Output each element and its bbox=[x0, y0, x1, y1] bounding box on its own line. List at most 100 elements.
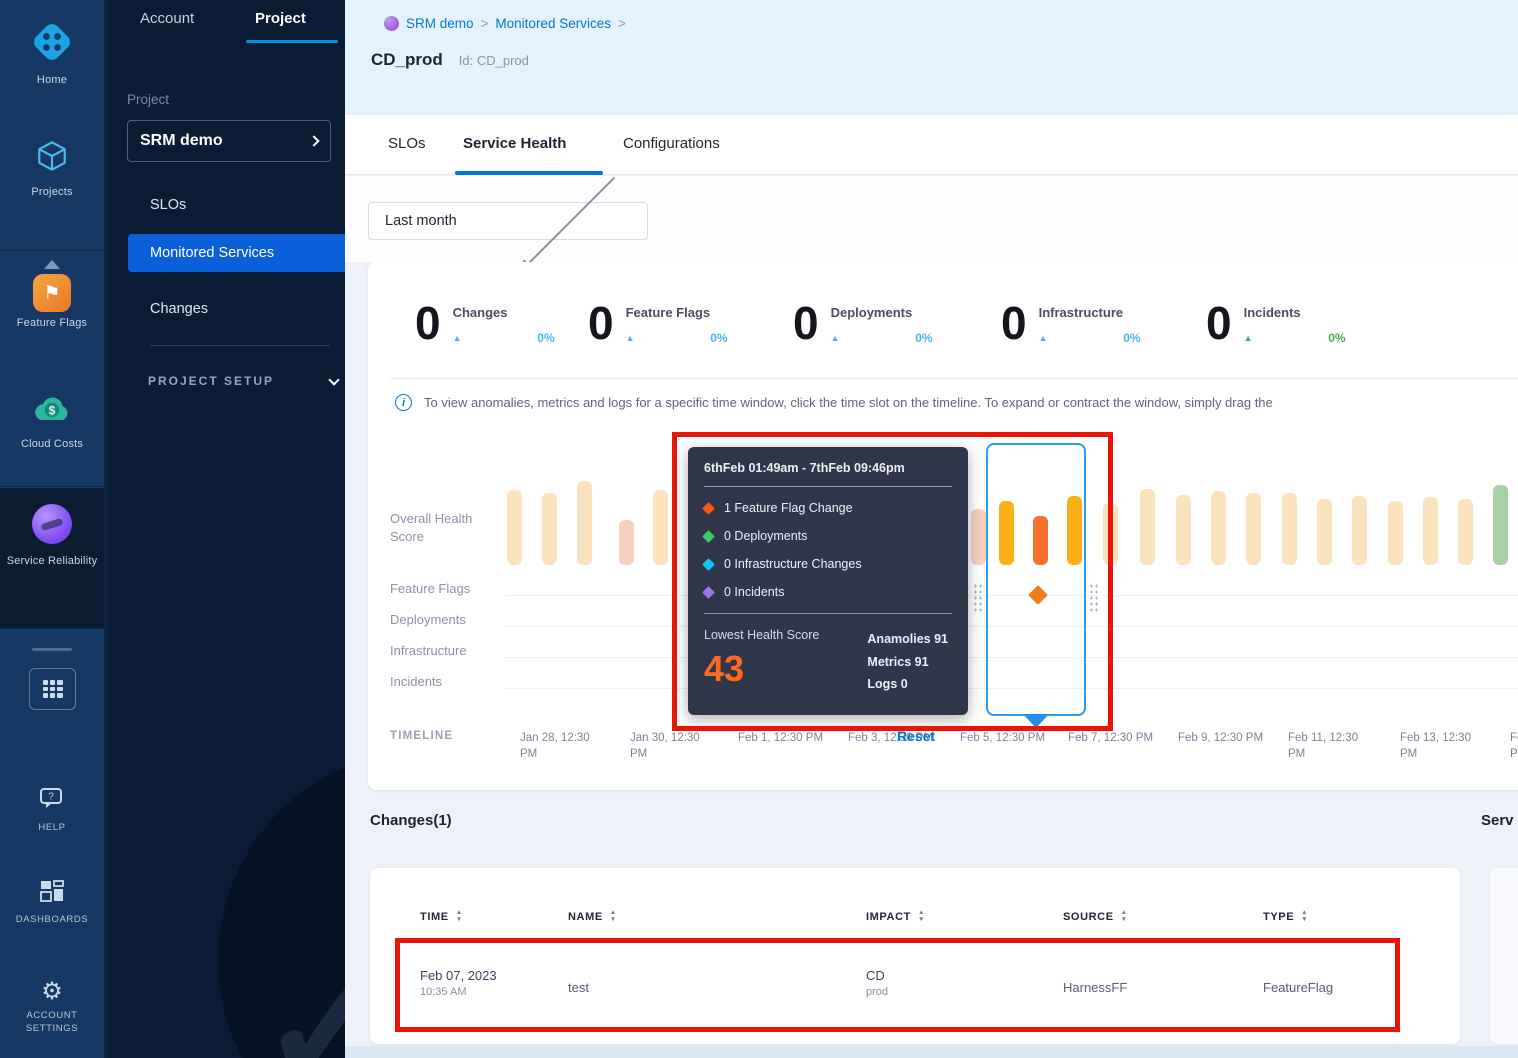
health-score-bar[interactable] bbox=[1458, 499, 1473, 565]
cell-impact: CD prod bbox=[866, 968, 888, 998]
column-header-impact[interactable]: IMPACT ▲▼ bbox=[866, 910, 925, 924]
detail-tabbar: SLOs Service Health Configurations bbox=[345, 115, 1518, 175]
time-window-selection[interactable] bbox=[986, 443, 1086, 716]
rail-label-dashboards: DASHBOARDS bbox=[0, 914, 104, 925]
project-selector-value: SRM demo bbox=[140, 132, 310, 150]
sort-icon[interactable]: ▲▼ bbox=[1121, 910, 1128, 924]
time-range-select[interactable]: Last month bbox=[368, 202, 648, 240]
stat-infrastructure: 0 Infrastructure ▲0% bbox=[1001, 300, 1141, 346]
row-label-overall-health-score: Overall Health Score bbox=[390, 510, 502, 545]
active-tab-underline bbox=[455, 171, 603, 175]
project-avatar-icon bbox=[384, 16, 399, 31]
timeline-tick: Feb 13, 12:30 PM bbox=[1400, 730, 1485, 762]
health-score-bar[interactable] bbox=[1352, 496, 1367, 565]
selection-pointer-icon bbox=[1023, 714, 1049, 728]
health-score-bar[interactable] bbox=[1282, 493, 1297, 565]
timeline-tick: Feb 15, 12:30 PM bbox=[1510, 730, 1518, 762]
sort-icon[interactable]: ▲▼ bbox=[918, 910, 925, 924]
rail-label-account-settings: ACCOUNT SETTINGS bbox=[0, 1009, 104, 1036]
health-score-bar[interactable] bbox=[542, 493, 557, 565]
selection-right-grip[interactable] bbox=[1089, 583, 1100, 613]
column-header-time[interactable]: TIME ▲▼ bbox=[420, 910, 463, 924]
service-reliability-icon bbox=[32, 504, 72, 544]
chevron-down-icon bbox=[328, 374, 339, 385]
column-header-source[interactable]: SOURCE ▲▼ bbox=[1063, 910, 1128, 924]
sort-icon[interactable]: ▲▼ bbox=[456, 910, 463, 924]
health-score-bar[interactable] bbox=[577, 481, 592, 565]
selection-left-grip[interactable] bbox=[973, 583, 984, 613]
chevron-right-icon bbox=[308, 135, 319, 146]
rail-label-projects: Projects bbox=[0, 186, 104, 198]
health-score-bar[interactable] bbox=[1140, 489, 1155, 565]
health-score-bar[interactable] bbox=[1493, 485, 1508, 565]
timeline-tick: Jan 28, 12:30 PM bbox=[520, 730, 605, 762]
nav-project-setup[interactable]: PROJECT SETUP bbox=[148, 374, 338, 388]
tab-service-health[interactable]: Service Health bbox=[463, 135, 566, 152]
rail-label-service-reliability: Service Reliability bbox=[0, 554, 104, 569]
rail-item-feature-flags[interactable]: ⚑ Feature Flags bbox=[0, 274, 104, 329]
rail-item-cloud-costs[interactable]: $ Cloud Costs bbox=[0, 392, 104, 450]
infrastructure-diamond-icon bbox=[702, 558, 715, 571]
health-score-bar[interactable] bbox=[507, 490, 522, 565]
info-icon: i bbox=[395, 394, 412, 411]
sort-icon[interactable]: ▲▼ bbox=[610, 910, 617, 924]
timeline-caption: TIMELINE bbox=[390, 730, 453, 742]
rail-item-projects[interactable]: Projects bbox=[0, 136, 104, 198]
tooltip-time-range: 6thFeb 01:49am - 7thFeb 09:46pm bbox=[704, 461, 952, 475]
tooltip-item-deployments: 0 Deployments bbox=[704, 529, 952, 543]
rail-scroll-up[interactable] bbox=[0, 256, 104, 274]
projects-cube-icon bbox=[32, 163, 72, 180]
breadcrumb-monitored-services-link[interactable]: Monitored Services bbox=[495, 16, 611, 31]
project-scope-label: Project bbox=[127, 92, 169, 107]
nav-tab-account[interactable]: Account bbox=[140, 10, 194, 27]
rail-item-account-settings[interactable]: ⚙ ACCOUNT SETTINGS bbox=[0, 980, 104, 1036]
nav-item-changes[interactable]: Changes bbox=[108, 290, 345, 328]
health-score-bar[interactable] bbox=[1423, 497, 1438, 565]
health-score-bar[interactable] bbox=[1211, 491, 1226, 565]
changes-table-card: TIME ▲▼ NAME ▲▼ IMPACT ▲▼ SOURCE ▲▼ TYPE… bbox=[370, 868, 1460, 1044]
nav-item-slos[interactable]: SLOs bbox=[108, 186, 345, 224]
timeline-tick: Feb 9, 12:30 PM bbox=[1178, 730, 1263, 746]
project-selector[interactable]: SRM demo bbox=[127, 120, 331, 162]
column-header-name[interactable]: NAME ▲▼ bbox=[568, 910, 617, 924]
stat-feature-flags: 0 Feature Flags ▲0% bbox=[588, 300, 728, 346]
cell-type: FeatureFlag bbox=[1263, 980, 1333, 995]
rail-item-help[interactable]: ? HELP bbox=[0, 786, 104, 833]
stat-changes: 0 Changes ▲0% bbox=[415, 300, 555, 346]
tab-slos[interactable]: SLOs bbox=[388, 135, 426, 152]
module-rail: Home Projects ⚑ Feature Flags bbox=[0, 0, 108, 1058]
health-score-bar[interactable] bbox=[1388, 501, 1403, 565]
app-window: Home Projects ⚑ Feature Flags bbox=[0, 0, 1518, 1058]
timeline-tick: Feb 11, 12:30 PM bbox=[1288, 730, 1373, 762]
rail-item-home[interactable]: Home bbox=[0, 20, 104, 86]
bottom-strip bbox=[345, 1046, 1518, 1058]
health-score-bar[interactable] bbox=[1246, 493, 1261, 565]
rail-label-help: HELP bbox=[0, 822, 104, 833]
stat-deployments: 0 Deployments ▲0% bbox=[793, 300, 933, 346]
nav-tab-project[interactable]: Project bbox=[255, 10, 306, 27]
module-switcher-button[interactable] bbox=[29, 668, 76, 710]
column-header-type[interactable]: TYPE ▲▼ bbox=[1263, 910, 1308, 924]
health-score-bar[interactable] bbox=[1176, 495, 1191, 565]
sort-icon[interactable]: ▲▼ bbox=[1301, 910, 1308, 924]
health-score-bar[interactable] bbox=[619, 520, 634, 565]
tooltip-item-infrastructure: 0 Infrastructure Changes bbox=[704, 557, 952, 571]
health-score-bar[interactable] bbox=[1317, 499, 1332, 565]
nav-item-monitored-services[interactable]: Monitored Services bbox=[128, 234, 345, 272]
breadcrumb-project-link[interactable]: SRM demo bbox=[406, 16, 474, 31]
feature-flag-diamond-icon bbox=[702, 502, 715, 515]
stat-incidents: 0 Incidents ▲0% bbox=[1206, 300, 1346, 346]
tab-configurations[interactable]: Configurations bbox=[623, 135, 720, 152]
rail-item-dashboards[interactable]: DASHBOARDS bbox=[0, 878, 104, 925]
tooltip-item-incidents: 0 Incidents bbox=[704, 585, 952, 599]
rail-divider bbox=[32, 648, 72, 651]
health-score-bar[interactable] bbox=[1103, 503, 1118, 565]
incidents-diamond-icon bbox=[702, 586, 715, 599]
row-label-deployments: Deployments bbox=[390, 611, 502, 629]
reset-button[interactable]: Reset bbox=[897, 728, 935, 744]
health-score-bar[interactable] bbox=[653, 490, 668, 565]
help-chat-icon: ? bbox=[37, 799, 67, 816]
health-score-bar[interactable] bbox=[971, 509, 986, 565]
rail-item-service-reliability[interactable]: Service Reliability bbox=[0, 504, 104, 569]
changes-section-title: Changes(1) bbox=[370, 812, 452, 829]
